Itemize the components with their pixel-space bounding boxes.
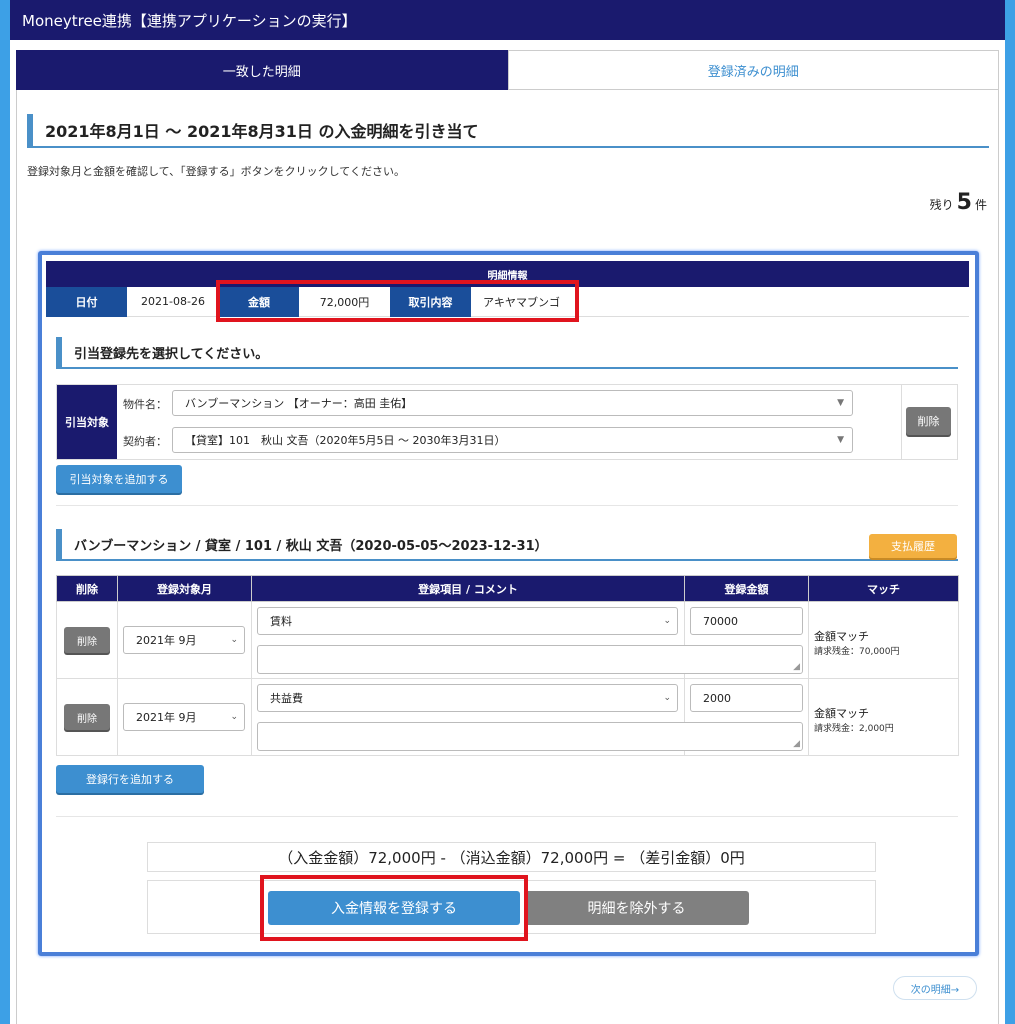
tab-registered[interactable]: 登録済みの明細 <box>507 50 999 90</box>
property-select[interactable]: バンブーマンション 【オーナー：高田 圭佑】 ▼ <box>172 390 853 416</box>
month-select[interactable]: 2021年 9月 ⌄ <box>123 703 245 731</box>
amount-input[interactable]: 2000 <box>690 684 803 712</box>
add-row-button[interactable]: 登録行を追加する <box>56 765 204 793</box>
target-divider <box>901 385 902 459</box>
registration-table: 削除 登録対象月 登録項目 / コメント 登録金額 マッチ 削除 2021年 9… <box>56 575 959 756</box>
next-detail-link[interactable]: 次の明細→ <box>893 976 977 1000</box>
instruction-text: 登録対象月と金額を確認して、「登録する」ボタンをクリックしてください。 <box>27 165 405 178</box>
column-header-amount: 登録金額 <box>684 575 809 602</box>
payment-history-button[interactable]: 支払履歴 <box>869 534 957 558</box>
chevron-down-icon: ▼ <box>837 398 844 408</box>
date-value: 2021-08-26 <box>127 287 219 317</box>
app-window: Moneytree連携【連携アプリケーションの実行】 一致した明細 登録済みの明… <box>10 0 1005 1024</box>
section-divider <box>56 816 958 817</box>
date-label: 日付 <box>46 287 127 317</box>
property-label: 物件名： <box>123 398 167 411</box>
item-select[interactable]: 共益費 ⌄ <box>257 684 678 712</box>
table-row: 削除 2021年 9月 ⌄ 共益費 ⌄ ◢ 2000 金額マッチ 請求残金：2,… <box>56 678 959 756</box>
app-title: Moneytree連携【連携アプリケーションの実行】 <box>22 11 357 30</box>
column-header-item: 登録項目 / コメント <box>251 575 685 602</box>
target-label: 引当対象 <box>57 385 117 459</box>
month-select-value: 2021年 9月 <box>136 711 197 724</box>
chevron-down-icon: ⌄ <box>663 616 671 626</box>
add-target-button[interactable]: 引当対象を追加する <box>56 465 182 493</box>
remaining-suffix: 件 <box>974 198 987 212</box>
tab-matched[interactable]: 一致した明細 <box>16 50 508 90</box>
detail-card: 明細情報 日付 2021-08-26 金額 72,000円 取引内容 アキヤマブ… <box>38 251 979 956</box>
match-status: 金額マッチ <box>814 630 869 643</box>
remaining-prefix: 残り <box>929 198 954 212</box>
remaining-counter: 残り 5 件 <box>930 190 987 215</box>
remaining-count: 5 <box>956 190 972 215</box>
app-header: Moneytree連携【連携アプリケーションの実行】 <box>10 0 1005 40</box>
registration-section-title: バンブーマンション / 貸室 / 101 / 秋山 文吾（2020-05-05〜… <box>56 529 958 561</box>
chevron-down-icon: ⌄ <box>230 712 238 722</box>
delete-row-button[interactable]: 削除 <box>64 704 110 730</box>
amount-input[interactable]: 70000 <box>690 607 803 635</box>
property-select-value: バンブーマンション 【オーナー：高田 圭佑】 <box>185 397 413 410</box>
delete-row-button[interactable]: 削除 <box>64 627 110 653</box>
remaining-balance: 請求残金：2,000円 <box>814 724 894 734</box>
month-select[interactable]: 2021年 9月 ⌄ <box>123 626 245 654</box>
column-header-delete: 削除 <box>56 575 118 602</box>
chevron-down-icon: ⌄ <box>230 635 238 645</box>
table-row: 削除 2021年 9月 ⌄ 賃料 ⌄ ◢ 70000 金額マッチ 請求残金：70… <box>56 601 959 679</box>
contractor-label: 契約者： <box>123 435 167 448</box>
section-divider <box>56 505 958 506</box>
tab-bar: 一致した明細 登録済みの明細 <box>16 50 999 90</box>
item-select-value: 共益費 <box>270 692 303 705</box>
highlight-frame-register <box>260 875 528 941</box>
detail-info-filler <box>572 287 969 317</box>
match-status: 金額マッチ <box>814 707 869 720</box>
summary-calculation: （入金金額）72,000円 - （消込金額）72,000円 = （差引金額）0円 <box>147 842 876 872</box>
target-section-title: 引当登録先を選択してください。 <box>56 337 958 369</box>
column-header-match: マッチ <box>808 575 959 602</box>
delete-target-button[interactable]: 削除 <box>906 407 951 435</box>
item-select-value: 賃料 <box>270 615 292 628</box>
contractor-select-value: 【貸室】101 秋山 文吾（2020年5月5日 〜 2030年3月31日） <box>185 434 506 447</box>
exclude-detail-button[interactable]: 明細を除外する <box>524 891 749 925</box>
item-select[interactable]: 賃料 ⌄ <box>257 607 678 635</box>
month-select-value: 2021年 9月 <box>136 634 197 647</box>
page-title: 2021年8月1日 〜 2021年8月31日 の入金明細を引き当て <box>27 114 989 148</box>
remaining-balance: 請求残金：70,000円 <box>814 647 900 657</box>
chevron-down-icon: ⌄ <box>663 693 671 703</box>
highlight-frame-detail <box>216 280 579 322</box>
target-box: 引当対象 物件名： バンブーマンション 【オーナー：高田 圭佑】 ▼ 契約者： … <box>56 384 958 460</box>
chevron-down-icon: ▼ <box>837 435 844 445</box>
column-header-month: 登録対象月 <box>117 575 252 602</box>
contractor-select[interactable]: 【貸室】101 秋山 文吾（2020年5月5日 〜 2030年3月31日） ▼ <box>172 427 853 453</box>
